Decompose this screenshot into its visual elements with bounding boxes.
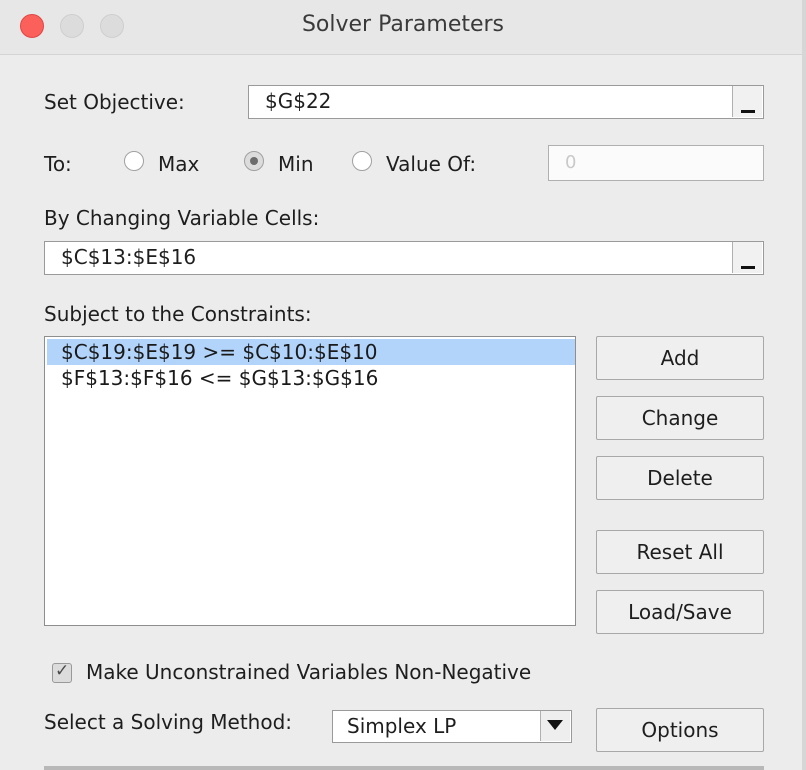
objective-input[interactable]: $G$22	[248, 85, 764, 119]
nonneg-checkbox[interactable]: ✓	[52, 661, 72, 683]
value-of-input[interactable]: 0	[548, 145, 764, 181]
nonneg-label: Make Unconstrained Variables Non-Negativ…	[86, 660, 532, 684]
solving-method-value: Simplex LP	[347, 714, 457, 738]
constraints-list[interactable]: $C$19:$E$19 >= $C$10:$E$10 $F$13:$F$16 <…	[44, 336, 576, 626]
window-edge	[802, 0, 806, 770]
changing-cells-collapse-button[interactable]	[732, 242, 762, 273]
solving-method-dropdown-button[interactable]	[540, 711, 570, 741]
to-label: To:	[44, 152, 72, 176]
options-button[interactable]: Options	[596, 708, 764, 752]
constraint-item[interactable]: $F$13:$F$16 <= $G$13:$G$16	[47, 365, 575, 391]
delete-button[interactable]: Delete	[596, 456, 764, 500]
solving-method-label: Select a Solving Method:	[44, 710, 293, 734]
max-label: Max	[158, 152, 200, 176]
changing-cells-label: By Changing Variable Cells:	[44, 206, 320, 230]
min-radio[interactable]	[244, 151, 264, 171]
checkmark-icon: ✓	[55, 661, 70, 681]
window-title: Solver Parameters	[301, 12, 505, 37]
min-label: Min	[278, 152, 314, 176]
objective-collapse-button[interactable]	[732, 86, 762, 117]
solving-method-select[interactable]: Simplex LP	[332, 710, 572, 743]
chevron-down-icon	[547, 720, 563, 730]
constraints-label: Subject to the Constraints:	[44, 302, 312, 326]
constraint-item[interactable]: $C$19:$E$19 >= $C$10:$E$10	[47, 339, 575, 365]
change-button[interactable]: Change	[596, 396, 764, 440]
value-of-radio[interactable]	[352, 151, 372, 171]
changing-cells-value: $C$13:$E$16	[61, 245, 197, 269]
add-button[interactable]: Add	[596, 336, 764, 380]
changing-cells-input[interactable]: $C$13:$E$16	[44, 241, 764, 275]
set-objective-label: Set Objective:	[44, 90, 185, 114]
max-radio[interactable]	[124, 151, 144, 171]
load-save-button[interactable]: Load/Save	[596, 590, 764, 634]
value-of-label: Value Of:	[386, 152, 477, 176]
divider	[44, 766, 764, 770]
reset-all-button[interactable]: Reset All	[596, 530, 764, 574]
objective-value: $G$22	[265, 89, 332, 113]
